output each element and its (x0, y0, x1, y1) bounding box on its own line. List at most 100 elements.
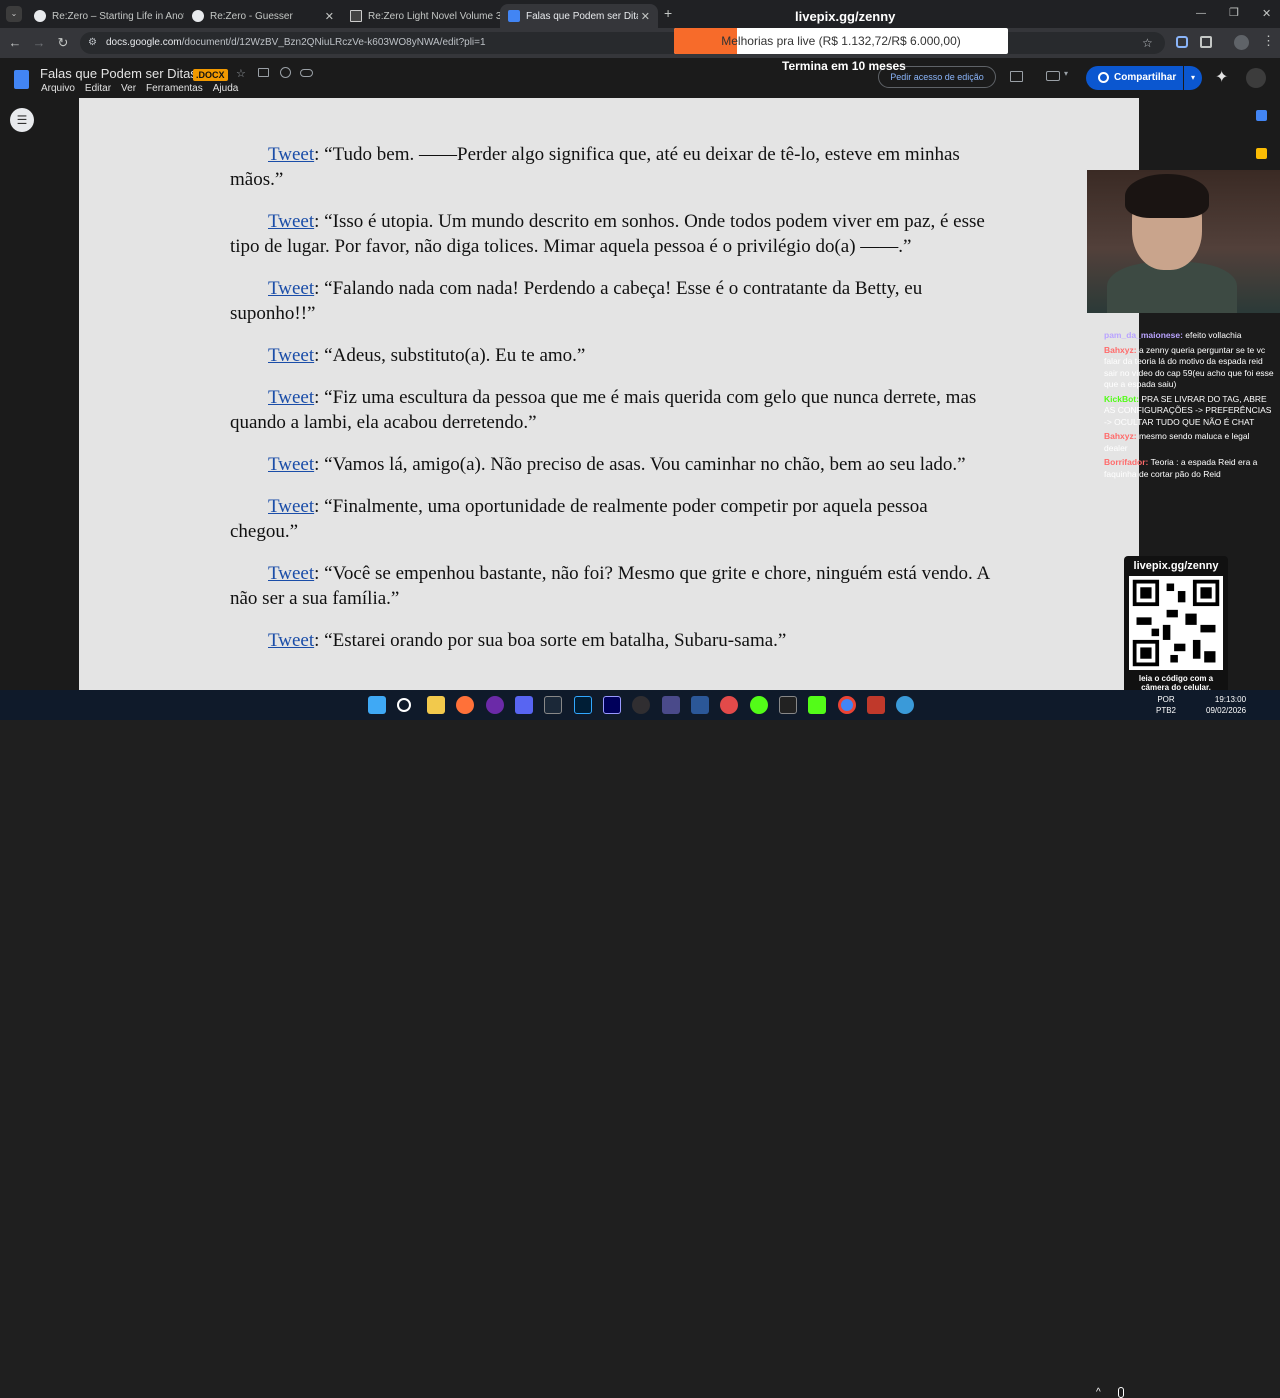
quote-text: : “Adeus, substituto(a). Eu te amo.” (314, 345, 586, 366)
globe-icon (192, 10, 204, 22)
docs-logo-icon[interactable] (14, 70, 29, 89)
tweet-link[interactable]: Tweet (268, 563, 314, 584)
tray-chevron-icon[interactable]: ^ (1096, 1387, 1101, 1398)
back-arrow-icon[interactable]: ← (6, 34, 24, 52)
language-layout: PTB2 (1156, 706, 1177, 715)
goal-ends-in: Termina em 10 meses (782, 59, 906, 73)
obs-icon[interactable] (632, 696, 650, 714)
document-page: Tweet: “Tudo bem. ——Perder algo signific… (79, 98, 1139, 690)
clock-time: 19:13:00 (1214, 695, 1247, 704)
star-icon[interactable]: ☆ (236, 67, 246, 80)
quote-text: : “Fiz uma escultura da pessoa que me é … (230, 387, 977, 433)
qr-code-icon (1129, 576, 1223, 670)
tweet-link[interactable]: Tweet (268, 345, 314, 366)
firefox-icon[interactable] (456, 696, 474, 714)
tab-falas-docx[interactable]: Falas que Podem ser Ditas.docx ✕ (500, 4, 658, 28)
extensions-puzzle-icon[interactable] (1200, 36, 1212, 48)
windows-taskbar: ^ (0, 690, 1280, 1398)
tab-search-button[interactable]: ⌄ (6, 6, 22, 22)
tab-rezero-guesser[interactable]: Re:Zero - Guesser ✕ (184, 4, 342, 28)
meet-dropdown-icon[interactable]: ▾ (1064, 69, 1068, 78)
tweet-link[interactable]: Tweet (268, 454, 314, 475)
tab-rezero-wiki[interactable]: Re:Zero – Starting Life in Anoth ✕ (26, 4, 184, 28)
comments-icon[interactable] (1010, 71, 1023, 82)
tab-rezero-light-novel[interactable]: Re:Zero Light Novel Volume 39 ✕ (342, 4, 500, 28)
tab-title: Re:Zero Light Novel Volume 39 (368, 10, 500, 22)
chat-message: KickBot: PRA SE LIVRAR DO TAG, ABRE AS C… (1104, 394, 1274, 429)
quote-paragraph: Tweet: “Você se empenhou bastante, não f… (230, 561, 990, 611)
file-explorer-icon[interactable] (427, 696, 445, 714)
microphone-icon[interactable] (1118, 1387, 1124, 1398)
discord-icon[interactable] (515, 696, 533, 714)
tweet-link[interactable]: Tweet (268, 496, 314, 517)
move-folder-icon[interactable] (258, 68, 269, 77)
bookmark-star-icon[interactable]: ☆ (1142, 32, 1153, 54)
app-icon[interactable] (867, 696, 885, 714)
clock-date: 09/02/2026 (1206, 706, 1247, 715)
menu-ferramentas[interactable]: Ferramentas (146, 83, 203, 94)
steam-icon[interactable] (544, 696, 562, 714)
gemini-sparkle-icon[interactable]: ✦ (1215, 67, 1228, 87)
system-clock[interactable]: 19:13:00 09/02/2026 (1206, 694, 1246, 716)
document-outline-icon[interactable]: ☰ (10, 108, 34, 132)
input-language[interactable]: POR PTB2 (1156, 694, 1176, 716)
reload-icon[interactable]: ↻ (54, 34, 72, 52)
app-icon[interactable] (720, 696, 738, 714)
goal-progress-bar: Melhorias pra live (R$ 1.132,72/R$ 6.000… (674, 28, 1008, 54)
tab-title: Re:Zero – Starting Life in Anoth (52, 10, 184, 22)
extension-icon[interactable] (1176, 36, 1188, 48)
terminal-icon[interactable] (779, 696, 797, 714)
menu-editar[interactable]: Editar (85, 83, 111, 94)
new-tab-button[interactable]: + (664, 5, 672, 21)
share-dropdown-icon[interactable]: ▾ (1184, 66, 1202, 90)
tweet-link[interactable]: Tweet (268, 387, 314, 408)
menu-arquivo[interactable]: Arquivo (41, 83, 75, 94)
menu-ajuda[interactable]: Ajuda (213, 83, 239, 94)
premiere-icon[interactable] (603, 696, 621, 714)
docx-badge: .DOCX (193, 69, 228, 81)
tweet-link[interactable]: Tweet (268, 144, 314, 165)
quote-text: : “Finalmente, uma oportunidade de realm… (230, 496, 928, 542)
livepix-url: livepix.gg/zenny (795, 9, 896, 24)
calendar-icon[interactable] (1256, 110, 1267, 121)
forward-arrow-icon[interactable]: → (30, 34, 48, 52)
maximize-button[interactable]: ❐ (1229, 6, 1239, 19)
chrome-icon[interactable] (838, 696, 856, 714)
keep-icon[interactable] (1256, 148, 1267, 159)
search-icon[interactable] (397, 698, 411, 712)
document-title[interactable]: Falas que Podem ser Ditas (40, 66, 197, 81)
globe-icon (1098, 72, 1109, 83)
app-icon[interactable] (896, 696, 914, 714)
chat-message: Borrifador: Teoria : a espada Reid era a… (1104, 457, 1274, 480)
docs-menubar: Arquivo Editar Ver Ferramentas Ajuda (41, 83, 238, 94)
menu-ver[interactable]: Ver (121, 83, 136, 94)
webcam-feed (1087, 170, 1280, 313)
quote-paragraph: Tweet: “Estarei orando por sua boa sorte… (230, 628, 990, 653)
tweet-link[interactable]: Tweet (268, 211, 314, 232)
kick-icon[interactable] (808, 696, 826, 714)
meet-icon[interactable] (1046, 71, 1060, 81)
app-icon[interactable] (662, 696, 680, 714)
chat-text: efeito vollachia (1185, 330, 1242, 340)
app-icon[interactable] (691, 696, 709, 714)
info-icon[interactable] (280, 67, 291, 78)
app-icon[interactable] (750, 696, 768, 714)
quote-text: : “Isso é utopia. Um mundo descrito em s… (230, 211, 985, 257)
windows-start-icon[interactable] (368, 696, 386, 714)
cloud-status-icon (300, 69, 313, 77)
close-icon[interactable]: ✕ (325, 10, 334, 23)
close-icon[interactable]: ✕ (641, 10, 650, 23)
quote-text: : “Falando nada com nada! Perdendo a cab… (230, 278, 923, 324)
profile-avatar[interactable] (1234, 35, 1249, 50)
app-icon[interactable] (486, 696, 504, 714)
site-info-icon[interactable]: ⚙ (88, 32, 97, 54)
photoshop-icon[interactable] (574, 696, 592, 714)
minimize-button[interactable]: — (1196, 8, 1206, 19)
account-avatar[interactable] (1246, 68, 1266, 88)
browser-menu-icon[interactable]: ⋮ (1262, 33, 1275, 49)
close-window-button[interactable]: ✕ (1262, 7, 1271, 20)
url-path: /document/d/12WzBV_Bzn2QNiuLRczVe-k603WO… (181, 37, 486, 48)
quote-paragraph: Tweet: “Fiz uma escultura da pessoa que … (230, 385, 990, 435)
tweet-link[interactable]: Tweet (268, 630, 314, 651)
tweet-link[interactable]: Tweet (268, 278, 314, 299)
